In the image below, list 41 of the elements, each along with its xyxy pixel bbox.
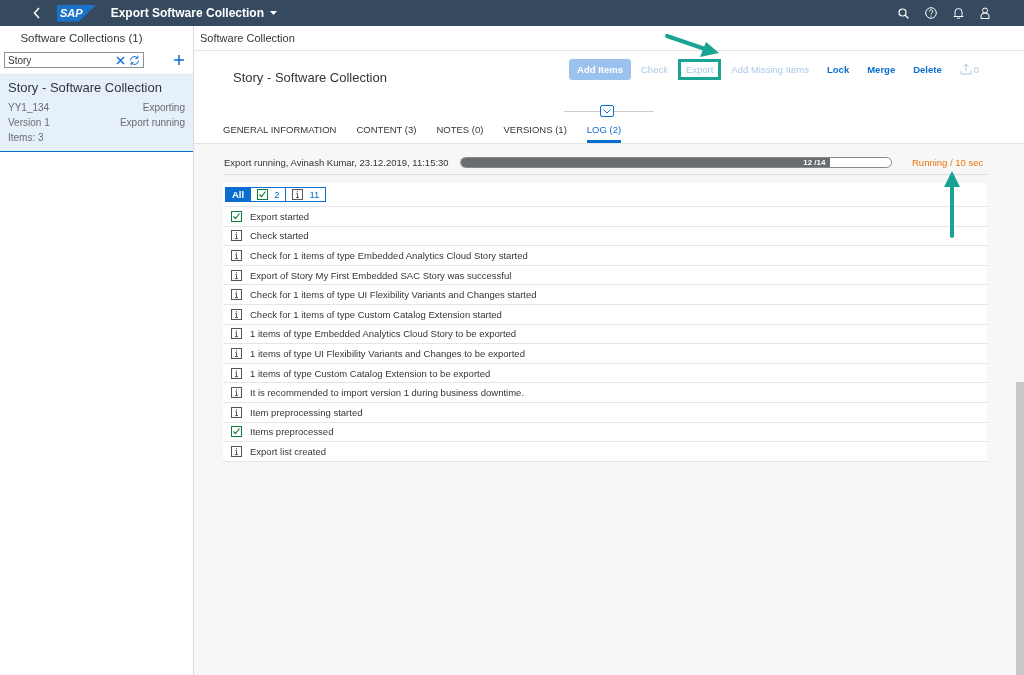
- log-status: Export running, Avinash Kumar, 23.12.2019, 11:15:30: [224, 156, 446, 168]
- object-title: Story - Software Collection: [233, 70, 387, 85]
- log-message: Export list created: [250, 445, 327, 457]
- item-version: Version 1: [8, 117, 51, 128]
- list-item[interactable]: Story - Software Collection YY1_134 Exporting Version 1 Export running Items: 3: [0, 75, 193, 152]
- tab[interactable]: LOG (2): [586, 119, 622, 143]
- progress-text: 12 /14: [803, 157, 827, 167]
- log-message: Check started: [250, 230, 309, 242]
- filter-button[interactable]: 11: [285, 187, 327, 202]
- item-substatus: Export running: [119, 117, 185, 128]
- search-input[interactable]: Story: [8, 54, 112, 66]
- log-message: Item preprocessing started: [250, 406, 363, 418]
- log-message: 1 items of type Custom Catalog Extension to be exported: [250, 367, 491, 379]
- filter-button[interactable]: 2: [250, 187, 287, 202]
- log-message: Export started: [250, 210, 310, 222]
- log-message: Items preprocessed: [250, 426, 334, 438]
- tab[interactable]: NOTES (0): [436, 119, 484, 143]
- pane-title: Software Collections (1): [19, 31, 144, 46]
- item-status: Exporting: [141, 102, 185, 113]
- item-id: YY1_134: [8, 102, 51, 113]
- action-button[interactable]: Lock: [819, 58, 858, 80]
- running-status: Running / 10 sec: [912, 156, 984, 168]
- search-field[interactable]: Story: [4, 52, 144, 68]
- log-message: Check for 1 items of type Embedded Analytics Cloud Story started: [250, 250, 528, 261]
- logo: SAP: [57, 4, 97, 22]
- log-message: Export of Story My First Embedded SAC Story was successful: [250, 269, 512, 281]
- tab[interactable]: GENERAL INFORMATION: [223, 119, 337, 143]
- filter-button[interactable]: All: [225, 187, 252, 202]
- action-button[interactable]: Merge: [859, 58, 904, 80]
- log-message: Check for 1 items of type Custom Catalog Extension started: [250, 308, 502, 320]
- log-message: 1 items of type UI Flexibility Variants and Changes to be exported: [250, 347, 525, 359]
- action-button[interactable]: Delete: [905, 58, 950, 80]
- item-count: Items: 3: [8, 132, 45, 143]
- tab[interactable]: VERSIONS (1): [503, 119, 567, 143]
- log-message: 1 items of type Embedded Analytics Cloud Story to be exported: [250, 328, 517, 340]
- app-title[interactable]: Export Software Collection: [110, 6, 277, 20]
- log-message: Check for 1 items of type UI Flexibility Variants and Changes started: [250, 289, 537, 301]
- page-header: Software Collection: [194, 26, 1024, 51]
- tab[interactable]: CONTENT (3): [356, 119, 417, 143]
- item-title: Story - Software Collection: [8, 80, 163, 95]
- log-message: It is recommended to import version 1 during business downtime.: [250, 387, 525, 399]
